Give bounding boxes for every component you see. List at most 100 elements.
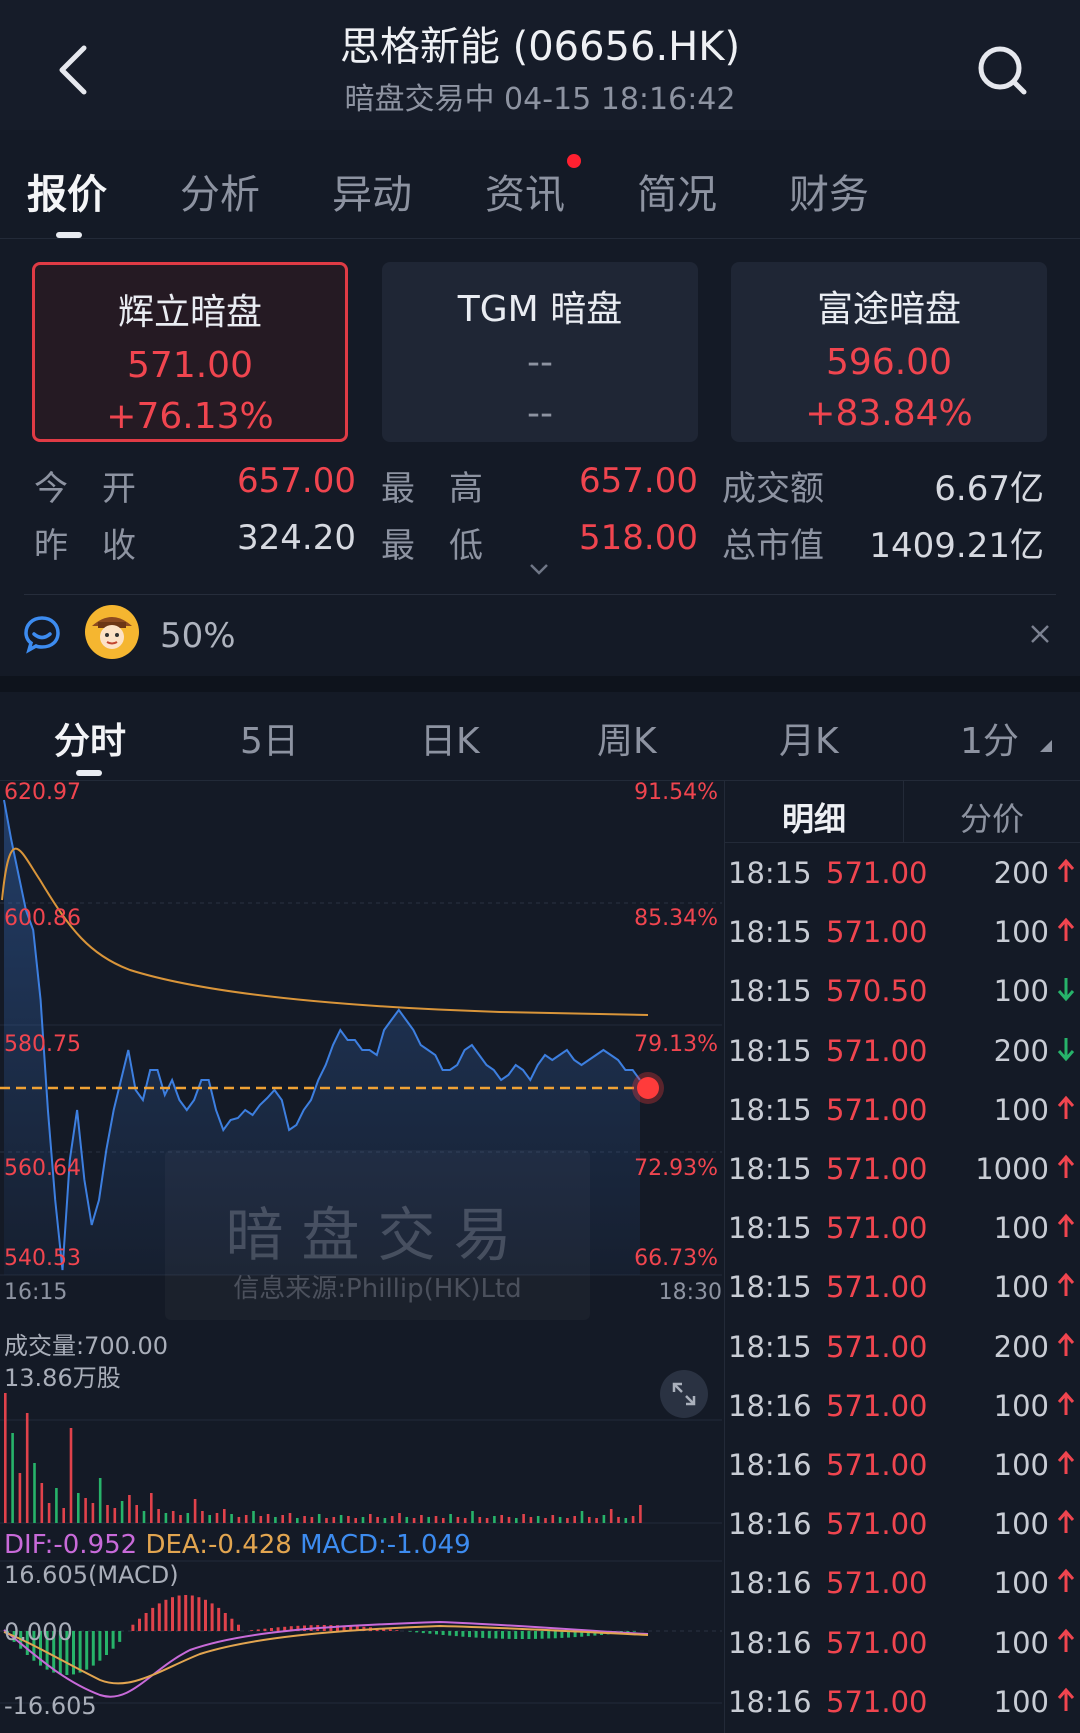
volume-bar xyxy=(522,1514,525,1523)
volume-bar xyxy=(303,1516,306,1523)
news-badge-dot xyxy=(567,154,581,168)
volume-bar xyxy=(420,1515,423,1523)
macd-bar xyxy=(468,1631,471,1638)
chart-period-tabs: 分时 5日 日K 周K 月K 1分 xyxy=(0,692,1080,781)
chat-bubble-icon[interactable] xyxy=(22,614,62,654)
macd-bar xyxy=(395,1630,399,1631)
volume-bar xyxy=(128,1495,131,1523)
macd-bar xyxy=(415,1631,419,1633)
low-label: 最 低 xyxy=(381,526,483,566)
volume-bar xyxy=(369,1514,372,1523)
tab-monthly-k[interactable]: 月K xyxy=(779,712,839,764)
trade-row: 18:16 571.00 100 xyxy=(725,1554,1080,1613)
volume-bar xyxy=(595,1518,598,1523)
average-price-line xyxy=(1,847,649,1016)
macd-bar xyxy=(237,1624,240,1631)
macd-bar xyxy=(270,1628,273,1631)
macd-bar xyxy=(435,1631,438,1635)
trade-volume: 200 xyxy=(993,856,1049,890)
dropdown-triangle-icon[interactable] xyxy=(1040,740,1052,752)
tab-news[interactable]: 资讯 xyxy=(485,162,565,220)
volume-bar xyxy=(639,1505,642,1523)
tab-1min[interactable]: 1分 xyxy=(960,712,1019,764)
dark-trading-watermark: 暗盘交易 信息来源:Phillip(HK)Ltd xyxy=(165,1150,590,1320)
tab-5day[interactable]: 5日 xyxy=(240,712,299,764)
macd-bar xyxy=(514,1631,518,1639)
volume-bar xyxy=(624,1518,628,1523)
darkpool-card-futu[interactable]: 富途暗盘 596.00 +83.84% xyxy=(731,262,1047,442)
chevron-down-icon[interactable] xyxy=(528,562,550,576)
volume-max-label: 13.86万股 xyxy=(4,1364,121,1392)
tab-intraday[interactable]: 分时 xyxy=(54,712,126,764)
open-value: 657.00 xyxy=(237,461,356,501)
trade-row: 18:15 571.00 200 xyxy=(725,1022,1080,1081)
trade-price: 571.00 xyxy=(826,1507,928,1542)
volume-bar xyxy=(296,1518,299,1523)
macd-bar xyxy=(454,1631,458,1637)
volume-bar xyxy=(208,1515,211,1523)
trade-volume: 100 xyxy=(993,1092,1049,1127)
volume-label: 成交量:700.00 xyxy=(4,1332,169,1360)
tab-financials[interactable]: 财务 xyxy=(789,162,869,220)
panel-divider xyxy=(725,842,1080,843)
volume-bar xyxy=(573,1516,576,1523)
trade-time: 18:16 xyxy=(728,1625,812,1660)
tab-detail[interactable]: 明细 xyxy=(725,780,904,842)
darkpool-card-phillip[interactable]: 辉立暗盘 571.00 +76.13% xyxy=(32,262,348,442)
volume-bar xyxy=(157,1509,160,1523)
trade-row: 18:15 571.00 100 xyxy=(725,1199,1080,1258)
trade-row: 18:15 571.00 100 xyxy=(725,1258,1080,1317)
trade-volume: 100 xyxy=(993,1448,1049,1482)
volume-bar xyxy=(515,1518,518,1523)
volume-bar xyxy=(266,1514,270,1523)
tab-profile[interactable]: 简况 xyxy=(637,162,717,220)
volume-bar xyxy=(113,1508,117,1523)
macd-bar xyxy=(421,1631,425,1634)
macd-zero-label: 0.000 xyxy=(4,1618,73,1646)
macd-histogram xyxy=(6,1595,636,1675)
tab-weekly-k[interactable]: 周K xyxy=(597,712,657,764)
arrow-down-icon xyxy=(1057,1037,1075,1061)
trade-price: 571.00 xyxy=(826,1388,928,1423)
arrow-up-icon xyxy=(1057,1332,1075,1356)
tab-price-distribution[interactable]: 分价 xyxy=(903,780,1080,842)
trade-time: 18:15 xyxy=(728,1152,812,1186)
macd-bar xyxy=(560,1631,564,1638)
darkpool-price: 571.00 xyxy=(127,345,253,386)
trade-row: 18:16 571.00 100 xyxy=(725,1495,1080,1554)
trade-price: 571.00 xyxy=(826,1329,928,1364)
y-right-label-2: 85.34% xyxy=(634,906,718,931)
tab-quote[interactable]: 报价 xyxy=(27,162,107,220)
search-icon[interactable] xyxy=(976,44,1032,100)
darkpool-price: -- xyxy=(527,342,553,383)
tab-analysis[interactable]: 分析 xyxy=(180,162,260,220)
macd-bar xyxy=(534,1631,537,1639)
y-left-label-3: 580.75 xyxy=(4,1032,81,1057)
close-icon[interactable] xyxy=(1030,624,1050,644)
volume-bar xyxy=(11,1433,14,1523)
volume-bar xyxy=(602,1515,606,1523)
darkpool-card-tgm[interactable]: TGM 暗盘 -- -- xyxy=(382,262,698,442)
trade-time: 18:15 xyxy=(728,1092,812,1127)
volume-bar xyxy=(507,1517,511,1523)
macd-bar xyxy=(144,1613,148,1631)
trade-row: 18:15 571.00 200 xyxy=(725,1318,1080,1377)
intraday-chart[interactable]: 暗盘交易 信息来源:Phillip(HK)Ltd 620.97 600.86 5… xyxy=(0,780,722,1733)
volume-bar xyxy=(500,1515,503,1523)
volume-bar xyxy=(536,1516,540,1523)
darkpool-change: +83.84% xyxy=(805,393,973,434)
volume-bar xyxy=(91,1503,95,1523)
trade-volume: 100 xyxy=(993,974,1049,1009)
trade-price: 571.00 xyxy=(826,856,928,890)
tab-daily-k[interactable]: 日K xyxy=(420,712,480,764)
volume-bar xyxy=(566,1518,569,1523)
macd-bar xyxy=(256,1629,260,1631)
macd-bar xyxy=(448,1631,452,1636)
macd-bar xyxy=(250,1630,254,1631)
macd-bar xyxy=(78,1631,82,1673)
expand-button[interactable] xyxy=(660,1370,708,1418)
tab-movement[interactable]: 异动 xyxy=(332,162,412,220)
trade-row: 18:16 571.00 100 xyxy=(725,1614,1080,1673)
volume-bar xyxy=(485,1518,489,1523)
y-right-label-3: 79.13% xyxy=(634,1032,718,1057)
